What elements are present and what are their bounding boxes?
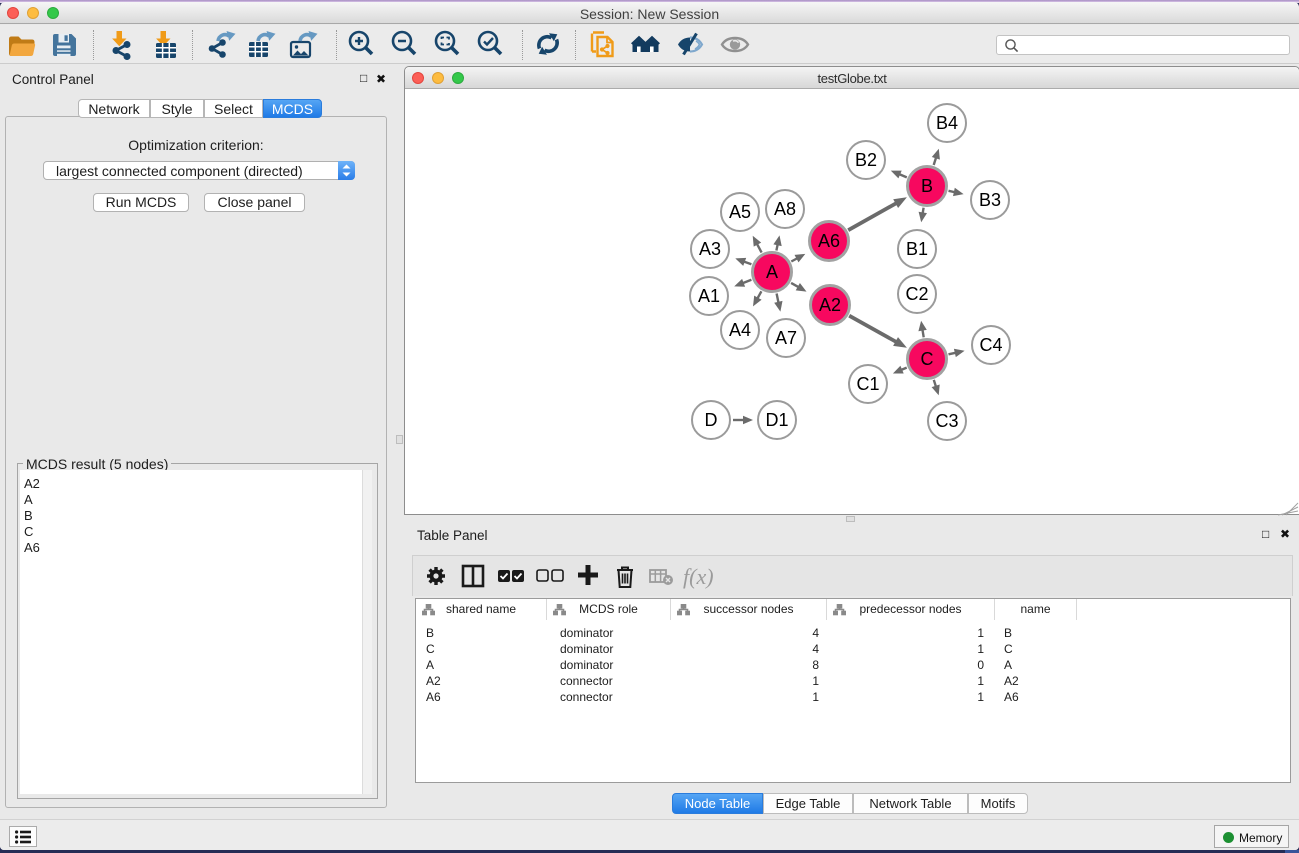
svg-text:A7: A7 — [775, 328, 797, 348]
svg-text:B4: B4 — [936, 113, 958, 133]
svg-text:C2: C2 — [905, 284, 928, 304]
svg-text:A4: A4 — [729, 320, 751, 340]
svg-text:A2: A2 — [819, 295, 841, 315]
svg-text:C: C — [921, 349, 934, 369]
svg-text:A: A — [766, 262, 778, 282]
svg-text:D1: D1 — [765, 410, 788, 430]
svg-text:B1: B1 — [906, 239, 928, 259]
svg-text:A3: A3 — [699, 239, 721, 259]
svg-text:B3: B3 — [979, 190, 1001, 210]
svg-text:B: B — [921, 176, 933, 196]
svg-text:D: D — [705, 410, 718, 430]
svg-text:C3: C3 — [935, 411, 958, 431]
svg-text:f(x): f(x) — [683, 564, 714, 589]
svg-text:A6: A6 — [818, 231, 840, 251]
svg-text:B2: B2 — [855, 150, 877, 170]
svg-text:C4: C4 — [979, 335, 1002, 355]
svg-text:A1: A1 — [698, 286, 720, 306]
svg-text:A8: A8 — [774, 199, 796, 219]
svg-text:C1: C1 — [856, 374, 879, 394]
svg-text:A5: A5 — [729, 202, 751, 222]
